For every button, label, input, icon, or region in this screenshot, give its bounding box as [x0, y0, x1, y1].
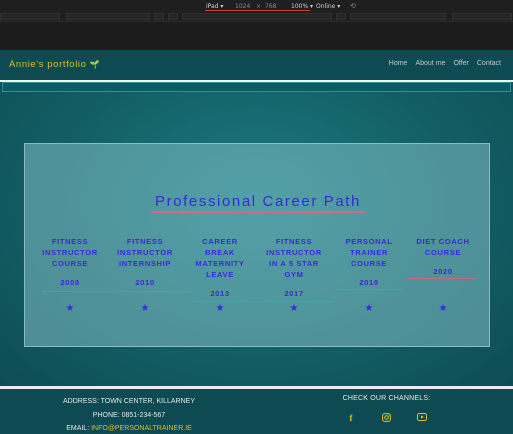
dimension-separator: ×: [256, 3, 262, 10]
footer-email-link[interactable]: INFO@PERSONALTRAINER.IE: [91, 425, 192, 432]
star-icon: ★: [215, 303, 225, 314]
timeline-item-title-line: FITNESS: [275, 237, 313, 246]
timeline-item-title-line: FITNESS: [126, 237, 164, 246]
timeline-item-title-line: LEAVE: [206, 270, 234, 279]
ruler-segment[interactable]: [0, 13, 60, 20]
nav-link-offer[interactable]: Offer: [453, 60, 468, 67]
timeline-item-title-line: IN A 5 STAR: [269, 259, 319, 268]
timeline-item-title-line: DIET COACH: [416, 237, 470, 246]
brand-name: Annie's portfolio: [9, 59, 87, 70]
timeline-item-title-line: COURSE: [424, 248, 462, 257]
youtube-icon[interactable]: [417, 413, 427, 423]
toolbar-underline: [205, 10, 310, 11]
nav-menu: Home About me Offer Contact: [389, 60, 501, 67]
timeline-rule: [335, 289, 403, 290]
site-footer: ADDRESS: TOWN CENTER, KILLARNEY PHONE: 0…: [0, 389, 513, 434]
ruler-segment[interactable]: [168, 13, 178, 20]
timeline-item-year: 2013: [210, 289, 230, 298]
timeline-item-title-line: COURSE: [350, 259, 388, 268]
timeline-rule: [42, 291, 192, 292]
timeline-item-year: 2010: [135, 278, 155, 287]
timeline-item: CAREER BREAK MATERNITY LEAVE 2013: [183, 236, 333, 302]
nav-link-contact[interactable]: Contact: [477, 60, 501, 67]
social-icons: f: [260, 413, 513, 427]
viewport-top-spacer: [0, 22, 513, 50]
channels-heading: CHECK OUR CHANNELS:: [342, 395, 431, 402]
timeline-item-year: 2009: [60, 278, 80, 287]
device-select[interactable]: iPad ▾: [206, 3, 223, 10]
footer-address: ADDRESS: TOWN CENTER, KILLARNEY: [63, 398, 195, 405]
timeline-item-title-line: MATERNITY: [195, 259, 245, 268]
brand-logo[interactable]: Annie's portfolio 🌱: [9, 59, 100, 70]
timeline-rule: [408, 278, 476, 279]
ruler-segment[interactable]: [66, 13, 150, 20]
star-icon: ★: [438, 303, 448, 314]
timeline-item-title-line: BREAK: [204, 248, 235, 257]
timeline-item-title-line: GYM: [284, 270, 304, 279]
career-path-title: Professional Career Path: [155, 193, 361, 210]
timeline-item-year: 2020: [433, 267, 453, 276]
ruler-segment[interactable]: [336, 13, 346, 20]
timeline-item: FITNESS INSTRUCTOR IN A 5 STAR GYM 2017: [257, 236, 331, 298]
footer-email-row: EMAIL: INFO@PERSONALTRAINER.IE: [0, 422, 258, 434]
timeline-item-year: 2019: [359, 278, 379, 287]
ruler-segment[interactable]: [154, 13, 164, 20]
timeline-item-title-line: FITNESS: [51, 237, 89, 246]
timeline-item-title-line: PERSONAL: [345, 237, 393, 246]
rotate-icon[interactable]: ⟲: [350, 2, 356, 10]
timeline-item: PERSONAL TRAINER COURSE 2019: [332, 236, 406, 290]
footer-email-label: EMAIL:: [66, 425, 92, 432]
ruler-segment[interactable]: [452, 13, 512, 20]
instagram-icon[interactable]: [381, 413, 391, 423]
section-top-bar: [2, 82, 511, 92]
timeline-rule: [193, 301, 333, 302]
timeline-item-title-line: INTERNSHIP: [119, 259, 171, 268]
career-path-card: Professional Career Path FITNESS INSTRUC…: [24, 143, 490, 347]
zoom-select[interactable]: 100% ▾: [291, 3, 313, 10]
network-throttle-select[interactable]: Online ▾: [316, 3, 340, 10]
ruler-segment[interactable]: [182, 13, 332, 20]
timeline-item: FITNESS INSTRUCTOR INTERNSHIP 2010: [108, 236, 182, 287]
timeline-item-title-line: INSTRUCTOR: [42, 248, 98, 257]
timeline-item-year: 2017: [284, 289, 304, 298]
facebook-icon[interactable]: f: [346, 413, 356, 423]
timeline-item-title-line: CAREER: [202, 237, 238, 246]
footer-phone: PHONE: 0851-234-567: [92, 411, 166, 419]
social-channels: CHECK OUR CHANNELS: f: [260, 395, 513, 423]
timeline-item-title-line: COURSE: [51, 259, 89, 268]
timeline-item: DIET COACH COURSE 2020: [406, 236, 480, 279]
nav-link-home[interactable]: Home: [389, 60, 408, 67]
devtools-device-toolbar: iPad ▾ 1024 × 768 100% ▾ Online ▾ ⟲: [0, 0, 513, 22]
timeline-item-title-line: TRAINER: [350, 248, 388, 257]
contact-info: ADDRESS: TOWN CENTER, KILLARNEY PHONE: 0…: [0, 395, 258, 434]
star-icon: ★: [289, 303, 299, 314]
height-input[interactable]: 768: [265, 3, 276, 10]
star-icon: ★: [364, 303, 374, 314]
site-navbar: Annie's portfolio 🌱 Home About me Offer …: [0, 50, 513, 80]
ruler-segment[interactable]: [350, 13, 446, 20]
width-input[interactable]: 1024: [235, 3, 250, 10]
star-icon: ★: [65, 303, 75, 314]
nav-link-about[interactable]: About me: [415, 60, 445, 67]
timeline-item: FITNESS INSTRUCTOR COURSE 2009: [33, 236, 192, 292]
timeline-item-title-line: INSTRUCTOR: [266, 248, 322, 257]
leaf-icon: 🌱: [89, 60, 101, 69]
title-underline: [151, 211, 365, 213]
timeline-item-title-line: INSTRUCTOR: [117, 248, 173, 257]
star-icon: ★: [140, 303, 150, 314]
